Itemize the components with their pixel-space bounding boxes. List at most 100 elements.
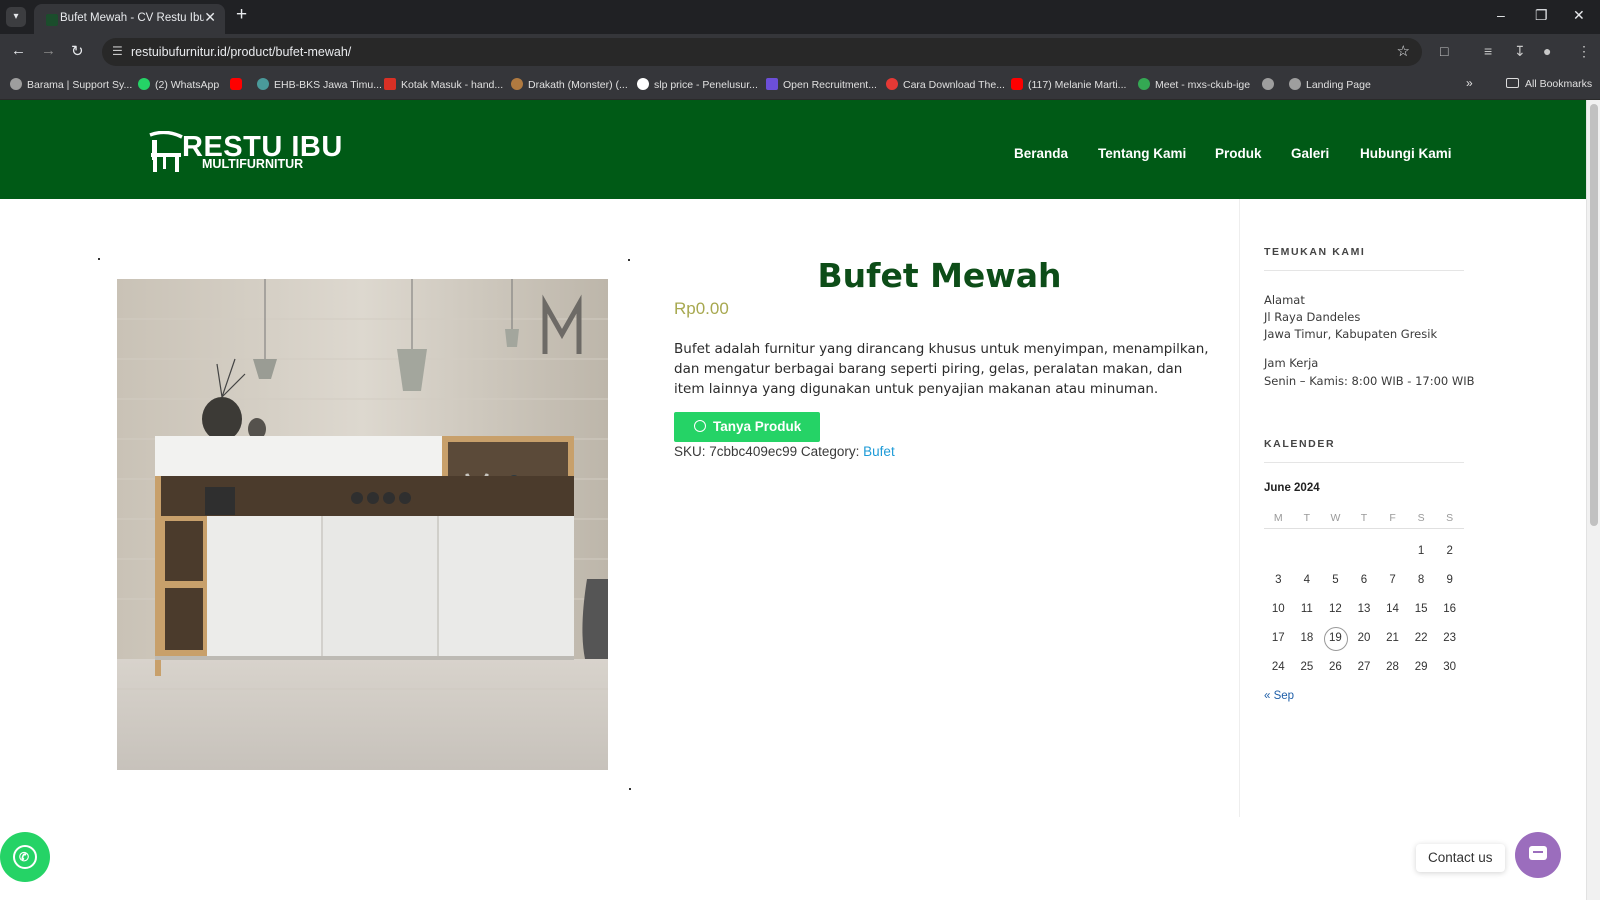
calendar-day: 7: [1389, 574, 1396, 586]
calendar-week: 3 4 5 6 7 8 9: [1264, 566, 1464, 595]
chat-icon: [1529, 846, 1547, 860]
gallery-corner-dot: [628, 259, 630, 261]
calendar-day: 21: [1386, 632, 1399, 644]
ask-product-button[interactable]: Tanya Produk: [674, 412, 820, 442]
calendar-day-today: 19: [1321, 624, 1350, 653]
whatsapp-icon: [694, 420, 706, 432]
forward-icon[interactable]: →: [41, 42, 56, 59]
calendar-day: 18: [1300, 632, 1314, 644]
sku-label: SKU:: [674, 444, 706, 459]
nav-galeri[interactable]: Galeri: [1291, 146, 1329, 161]
address-bar[interactable]: ☰ restuibufurnitur.id/product/bufet-mewa…: [102, 38, 1422, 66]
nav-beranda[interactable]: Beranda: [1014, 146, 1068, 161]
calendar-day: [1378, 537, 1407, 566]
calendar-day: [1321, 537, 1350, 566]
calendar-day: 12: [1329, 603, 1342, 615]
restore-icon[interactable]: ❐: [1535, 7, 1548, 24]
contact-chat-button[interactable]: [1515, 832, 1561, 878]
browser-toolbar: ← → ↻ ☰ restuibufurnitur.id/product/bufe…: [0, 34, 1600, 70]
calendar-day: 8: [1417, 574, 1425, 586]
product-image[interactable]: [117, 279, 608, 770]
calendar-week: 10 11 12 13 14 15 16: [1264, 595, 1464, 624]
calendar-day: 26: [1329, 661, 1342, 673]
calendar-day: 28: [1386, 661, 1399, 673]
bookmark-item[interactable]: (2) WhatsApp: [138, 78, 219, 91]
new-tab-button[interactable]: +: [236, 4, 247, 26]
bookmark-star-icon[interactable]: ☆: [1397, 42, 1410, 60]
menu-icon[interactable]: ⋮: [1577, 43, 1591, 60]
calendar-day: 25: [1300, 661, 1314, 673]
bookmark-item[interactable]: Barama | Support Sy...: [10, 78, 132, 91]
contact-us-label[interactable]: Contact us: [1416, 844, 1505, 872]
bookmark-item[interactable]: Landing Page: [1289, 78, 1371, 91]
product-price: Rp0.00: [674, 299, 729, 318]
calendar-day: 30: [1443, 661, 1457, 673]
calendar-day: [1350, 537, 1379, 566]
calendar-week: 24 25 26 27 28 29 30: [1264, 653, 1464, 682]
scrollbar-thumb[interactable]: [1590, 104, 1598, 526]
ask-product-label: Tanya Produk: [713, 419, 802, 434]
bookmark-item[interactable]: Meet - mxs-ckub-ige: [1138, 78, 1250, 91]
calendar-day: 3: [1275, 574, 1282, 586]
nav-hubungi-kami[interactable]: Hubungi Kami: [1360, 146, 1452, 161]
bookmark-item[interactable]: [1262, 78, 1279, 91]
weekday: W: [1330, 512, 1341, 524]
active-tab[interactable]: Bufet Mewah - CV Restu Ibu Fu ✕: [34, 4, 225, 34]
hours-label: Jam Kerja: [1264, 356, 1319, 370]
calendar-week: 17 18 19 20 21 22 23: [1264, 624, 1464, 653]
media-icon[interactable]: ≡: [1484, 43, 1492, 59]
calendar-caption: June 2024: [1264, 482, 1320, 494]
bookmark-item[interactable]: Kotak Masuk - hand...: [384, 78, 503, 91]
calendar-day: 29: [1414, 661, 1428, 673]
tab-close-icon[interactable]: ✕: [204, 9, 216, 26]
calendar-day: 9: [1446, 574, 1453, 586]
nav-produk[interactable]: Produk: [1215, 146, 1262, 161]
extensions-icon[interactable]: □: [1440, 43, 1448, 59]
calendar-day: 14: [1386, 603, 1399, 615]
calendar-day: 23: [1443, 632, 1457, 644]
bookmarks-overflow-icon[interactable]: »: [1466, 76, 1473, 90]
find-us-title: TEMUKAN KAMI: [1264, 246, 1366, 258]
bookmark-item[interactable]: Cara Download The...: [886, 78, 1005, 91]
address-label: Alamat: [1264, 293, 1305, 307]
nav-tentang-kami[interactable]: Tentang Kami: [1098, 146, 1186, 161]
url-text: restuibufurnitur.id/product/bufet-mewah/: [131, 45, 352, 59]
calendar-day: 10: [1271, 603, 1285, 615]
calendar-day: 13: [1357, 603, 1371, 615]
folder-icon: [1506, 78, 1519, 88]
bookmark-item[interactable]: Drakath (Monster) (...: [511, 78, 628, 91]
bookmark-item[interactable]: Open Recruitment...: [766, 78, 877, 91]
whatsapp-float-button[interactable]: ✆: [0, 832, 50, 882]
calendar-day: 1: [1417, 545, 1425, 557]
category-link[interactable]: Bufet: [863, 444, 895, 459]
profile-icon[interactable]: ●: [1543, 43, 1551, 59]
sku-value: 7cbbc409ec99: [709, 444, 798, 459]
back-icon[interactable]: ←: [11, 42, 26, 59]
bookmark-item[interactable]: slp price - Penelusur...: [637, 78, 758, 91]
calendar-grid: M T W T F S S 1 2 3 4 5 6 7 8 9 10 11 12…: [1264, 507, 1464, 682]
reload-icon[interactable]: ↻: [71, 42, 84, 60]
calendar-day: 5: [1332, 574, 1339, 586]
bookmark-item[interactable]: EHB-BKS Jawa Timu...: [257, 78, 382, 91]
page-scrollbar[interactable]: [1586, 100, 1600, 900]
weekday: M: [1273, 512, 1283, 524]
all-bookmarks[interactable]: All Bookmarks: [1506, 78, 1592, 90]
site-info-icon[interactable]: ☰: [112, 44, 123, 58]
calendar-prev-link[interactable]: « Sep: [1264, 690, 1294, 702]
minimize-icon[interactable]: –: [1497, 7, 1505, 23]
address-line-1: Jl Raya Dandeles: [1264, 310, 1361, 324]
calendar-week: 1 2: [1264, 537, 1464, 566]
tab-search-button[interactable]: ▾: [6, 7, 26, 27]
product-title: Bufet Mewah: [817, 256, 1062, 295]
calendar-day: 27: [1357, 661, 1371, 673]
bookmarks-bar: Barama | Support Sy... (2) WhatsApp EHB-…: [0, 70, 1600, 100]
product-description: Bufet adalah furnitur yang dirancang khu…: [674, 341, 1209, 397]
tab-title: Bufet Mewah - CV Restu Ibu Fu: [60, 12, 204, 24]
calendar-day: 11: [1300, 603, 1313, 615]
bookmark-item[interactable]: (117) Melanie Marti...: [1011, 78, 1126, 91]
download-icon[interactable]: ↧: [1514, 43, 1526, 60]
logo-subtitle: MULTIFURNITUR: [202, 157, 304, 171]
window-close-icon[interactable]: ✕: [1573, 7, 1585, 24]
calendar-day: 22: [1414, 632, 1428, 644]
bookmark-item[interactable]: [230, 78, 247, 91]
